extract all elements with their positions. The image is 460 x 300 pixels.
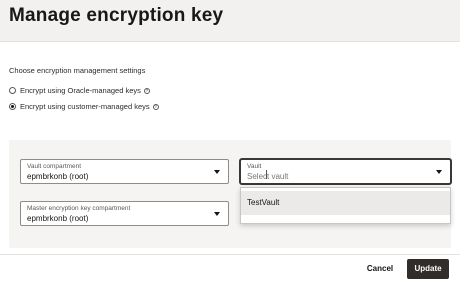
field-placeholder: Select vault [247, 172, 289, 181]
radio-button-checked[interactable] [9, 103, 16, 110]
field-label: Vault compartment [27, 163, 82, 170]
update-button[interactable]: Update [407, 259, 449, 279]
master-key-compartment-select[interactable]: Master encryption key compartment epmbrk… [20, 201, 229, 226]
vault-dropdown-list: TestVault [240, 187, 451, 224]
vault-compartment-select[interactable]: Vault compartment epmbrkonb (root) [20, 159, 229, 184]
section-heading: Choose encryption management settings [9, 66, 146, 75]
text-cursor [266, 170, 267, 179]
vault-select[interactable]: Vault Select vault [240, 159, 451, 184]
radio-customer-managed[interactable]: Encrypt using customer-managed keys ? [9, 102, 159, 111]
field-label: Master encryption key compartment [27, 205, 131, 212]
field-label: Vault [247, 163, 262, 170]
caret-down-icon [436, 170, 442, 174]
info-icon[interactable]: ? [152, 103, 159, 110]
field-value: epmbrkonb (root) [27, 214, 89, 223]
radio-oracle-managed[interactable]: Encrypt using Oracle-managed keys ? [9, 86, 150, 95]
caret-down-icon [214, 212, 220, 216]
field-value: epmbrkonb (root) [27, 172, 89, 181]
info-icon[interactable]: ? [143, 87, 150, 94]
caret-down-icon [214, 170, 220, 174]
dropdown-option-testvault[interactable]: TestVault [241, 191, 450, 215]
radio-label: Encrypt using Oracle-managed keys [20, 86, 141, 95]
cancel-button[interactable]: Cancel [363, 259, 397, 279]
footer-divider [0, 254, 460, 255]
radio-button[interactable] [9, 87, 16, 94]
radio-label: Encrypt using customer-managed keys [20, 102, 150, 111]
page-title: Manage encryption key [9, 5, 224, 26]
